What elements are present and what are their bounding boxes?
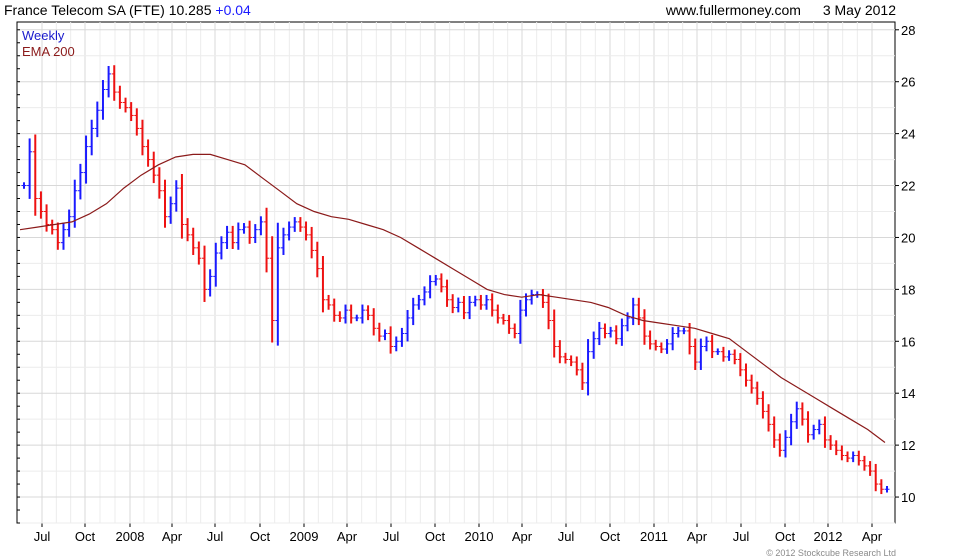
x-tick-label: Apr — [162, 529, 183, 544]
y-tick-label: 22 — [901, 179, 915, 194]
x-tick-label: Oct — [75, 529, 96, 544]
chart-legend: Weekly EMA 200 — [22, 28, 75, 60]
x-tick-label: Oct — [250, 529, 271, 544]
x-tick-label: 2012 — [814, 529, 843, 544]
y-tick-label: 20 — [901, 230, 915, 245]
y-tick-label: 10 — [901, 490, 915, 505]
copyright-note: © 2012 Stockcube Research Ltd — [766, 548, 896, 558]
plot-area — [16, 21, 896, 524]
price-chart: Jul Oct 2008 Apr Jul Oct 2009 Apr Jul Oct 2010 Apr J… — [16, 21, 915, 544]
x-tick-label: Apr — [862, 529, 883, 544]
x-tick-label: Jul — [34, 529, 51, 544]
x-tick-label: Apr — [512, 529, 533, 544]
legend-weekly: Weekly — [22, 28, 65, 43]
x-tick-label: Apr — [337, 529, 358, 544]
x-tick-label: Jul — [558, 529, 575, 544]
x-tick-label: Oct — [775, 529, 796, 544]
y-tick-label: 16 — [901, 334, 915, 349]
y-tick-label: 14 — [901, 386, 915, 401]
x-tick-label: Oct — [425, 529, 446, 544]
y-tick-label: 24 — [901, 127, 915, 142]
y-tick-label: 28 — [901, 23, 915, 38]
x-tick-label: 2011 — [640, 529, 668, 544]
y-tick-label: 12 — [901, 438, 915, 453]
x-tick-label: Jul — [733, 529, 750, 544]
x-tick-label: Apr — [687, 529, 708, 544]
y-tick-label: 18 — [901, 282, 915, 297]
legend-ema: EMA 200 — [22, 44, 75, 59]
x-tick-label: 2010 — [465, 529, 494, 544]
y-tick-label: 26 — [901, 75, 915, 90]
x-tick-label: Oct — [600, 529, 621, 544]
x-tick-label: Jul — [383, 529, 400, 544]
x-tick-label: Jul — [207, 529, 224, 544]
x-tick-label: 2009 — [290, 529, 319, 544]
x-tick-label: 2008 — [116, 529, 145, 544]
